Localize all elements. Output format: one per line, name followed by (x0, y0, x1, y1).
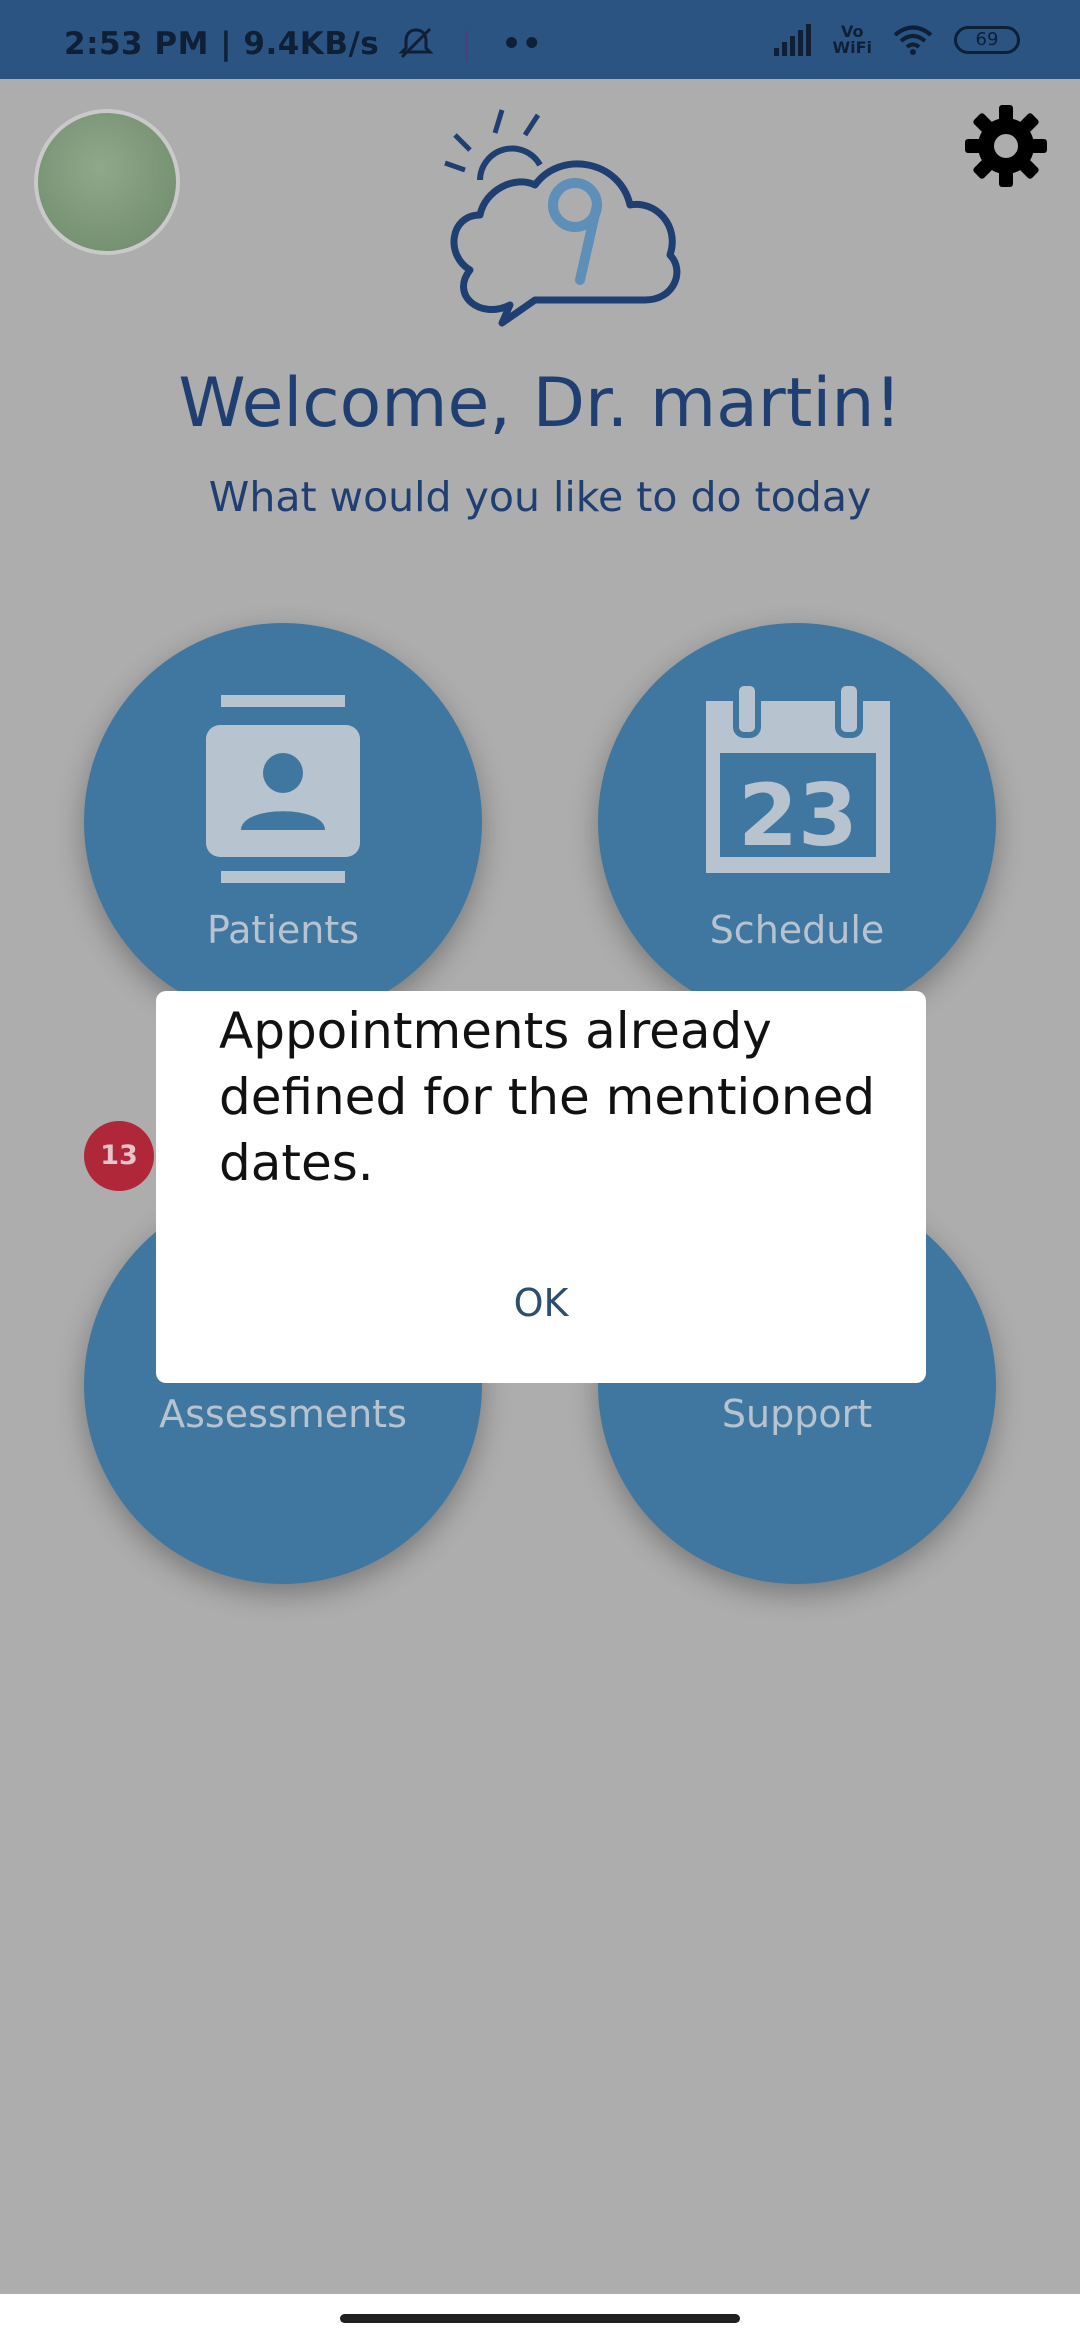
tile-label-assessments: Assessments (159, 1392, 407, 1436)
status-time-speed: 2:53 PM | 9.4KB/s (64, 26, 380, 62)
navigation-bar (0, 2294, 1080, 2340)
avatar[interactable] (34, 109, 180, 255)
status-left: 2:53 PM | 9.4KB/s ❘ •• (64, 26, 542, 62)
purple-dot-icon: ❘ (453, 26, 481, 62)
calendar-icon: 23 (706, 683, 890, 873)
contact-book-icon (206, 695, 360, 883)
patients-tile[interactable]: Patients (84, 623, 482, 1021)
wifi-icon (893, 25, 933, 55)
tile-label-patients: Patients (206, 908, 360, 952)
mute-icon (397, 27, 434, 59)
gear-icon[interactable] (965, 105, 1047, 187)
page-subtitle: What would you like to do today (208, 473, 872, 521)
status-bar: 2:53 PM | 9.4KB/s ❘ •• Vo WiFi 69 (0, 0, 1080, 79)
signal-icon (774, 24, 812, 56)
ok-button[interactable]: OK (156, 1281, 926, 1325)
schedule-tile[interactable]: 23 Schedule (598, 623, 996, 1021)
vowifi-icon: Vo WiFi (832, 24, 872, 56)
dialog-message: Appointments already defined for the men… (219, 1002, 876, 1192)
battery-level: 69 (975, 29, 999, 50)
home-gesture-handle[interactable] (340, 2314, 740, 2323)
notification-badge: 13 (84, 1121, 154, 1191)
tile-label-support: Support (721, 1392, 873, 1436)
alert-dialog: Appointments already defined for the men… (156, 991, 926, 1383)
app-logo: 9 (440, 105, 681, 327)
status-dots: •• (501, 26, 543, 62)
status-icons: Vo WiFi 69 (772, 20, 1020, 60)
logo-digit: 9 (440, 105, 441, 106)
vowifi-bottom: WiFi (832, 38, 872, 57)
calendar-day: 23 (738, 766, 858, 866)
tile-label-schedule: Schedule (709, 908, 885, 952)
page-title: Welcome, Dr. martin! (178, 364, 902, 443)
battery-icon: 69 (954, 26, 1020, 54)
